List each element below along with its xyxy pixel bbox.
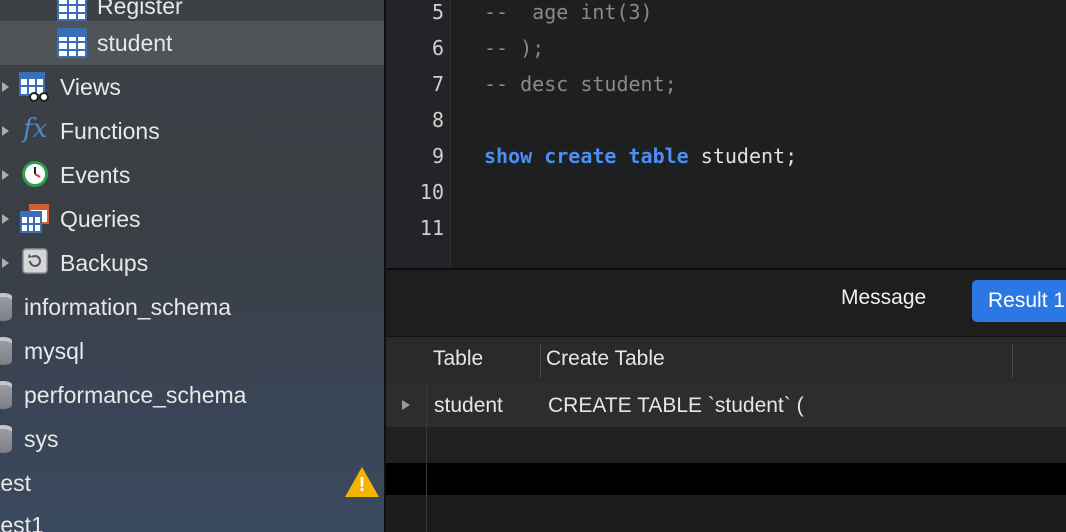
line-number: 9 [431, 144, 444, 168]
row-header-divider [426, 383, 427, 532]
sql-keyword: create [544, 144, 617, 168]
table-row-empty [386, 463, 1066, 495]
expand-triangle-icon[interactable] [2, 214, 9, 224]
warning-mark: ! [358, 474, 366, 496]
line-number: 10 [419, 180, 444, 204]
sql-editor[interactable]: 5 -- age int(3) 6 -- ); 7 -- desc studen… [386, 0, 1066, 268]
sidebar-item-schema[interactable]: sys [0, 417, 384, 461]
result-panel: Message Result 1 Table Create Table stud… [386, 270, 1066, 532]
sidebar-item-label: test [0, 469, 32, 496]
line-number: 8 [431, 108, 444, 132]
query-icon [20, 204, 49, 233]
sidebar-item-label: student [97, 29, 173, 56]
table-icon [57, 28, 87, 58]
sidebar-item-label: mysql [24, 337, 85, 364]
sidebar-item-label: Functions [60, 117, 160, 144]
line-number: 7 [431, 72, 444, 96]
sidebar-item-schema[interactable]: mysql [0, 329, 384, 373]
sidebar-item-label: Backups [60, 249, 149, 276]
tab-message[interactable]: Message [841, 286, 926, 310]
sidebar-item-backups[interactable]: Backups [0, 241, 384, 285]
database-icon [0, 337, 12, 365]
sql-identifier: student; [700, 144, 798, 168]
sql-keyword: table [628, 144, 689, 168]
cell-table[interactable]: student [434, 394, 503, 418]
sidebar-item-label: performance_schema [24, 381, 247, 408]
sql-keyword: show [484, 144, 533, 168]
sidebar-item-schema[interactable]: information_schema [0, 285, 384, 329]
line-number: 5 [431, 0, 444, 24]
sidebar-item-label: Register [97, 0, 183, 19]
table-row-empty [386, 427, 1066, 463]
expand-triangle-icon[interactable] [2, 258, 9, 268]
function-icon: fx [23, 114, 48, 144]
code-line: -- desc student; [484, 72, 677, 96]
sidebar-item-connection[interactable]: test1 [0, 503, 384, 532]
sidebar-item-label: sys [24, 425, 59, 452]
cell-create-table[interactable]: CREATE TABLE `student` ( [548, 394, 804, 418]
tab-result-1[interactable]: Result 1 [972, 280, 1066, 322]
grid-header: Table Create Table [386, 337, 1066, 383]
line-number: 11 [419, 216, 444, 240]
code-line: -- age int(3) [484, 0, 653, 24]
table-row-empty [386, 495, 1066, 532]
sidebar-item-label: Queries [60, 205, 141, 232]
database-icon [0, 425, 12, 453]
expand-triangle-icon[interactable] [2, 82, 9, 92]
sidebar-item-label: Views [60, 73, 121, 100]
column-header-table[interactable]: Table [433, 347, 483, 371]
sidebar: Register student Views fx Functions Even… [0, 0, 384, 532]
sidebar-item-table-student[interactable]: student [0, 21, 384, 65]
line-number: 6 [431, 36, 444, 60]
sidebar-item-connection[interactable]: test [0, 461, 384, 505]
sidebar-item-label: information_schema [24, 293, 232, 320]
table-icon [57, 0, 87, 21]
expand-triangle-icon[interactable] [2, 170, 9, 180]
sidebar-item-functions[interactable]: fx Functions [0, 109, 384, 153]
views-icon [19, 72, 49, 102]
sidebar-item-schema[interactable]: performance_schema [0, 373, 384, 417]
sidebar-item-queries[interactable]: Queries [0, 197, 384, 241]
sidebar-item-label: test1 [0, 511, 44, 532]
gutter-separator [450, 0, 451, 268]
expand-triangle-icon[interactable] [2, 126, 9, 136]
database-icon [0, 293, 12, 321]
column-divider[interactable] [540, 344, 541, 378]
database-icon [0, 381, 12, 409]
clock-icon [22, 161, 48, 187]
backup-icon [22, 248, 48, 274]
column-divider[interactable] [1012, 344, 1013, 378]
sidebar-item-views[interactable]: Views [0, 65, 384, 109]
column-header-create-table[interactable]: Create Table [546, 347, 665, 371]
code-line: show create table student; [484, 144, 797, 168]
code-line: -- ); [484, 36, 545, 60]
row-indicator-icon [402, 400, 410, 410]
sidebar-item-label: Events [60, 161, 131, 188]
sidebar-item-events[interactable]: Events [0, 153, 384, 197]
